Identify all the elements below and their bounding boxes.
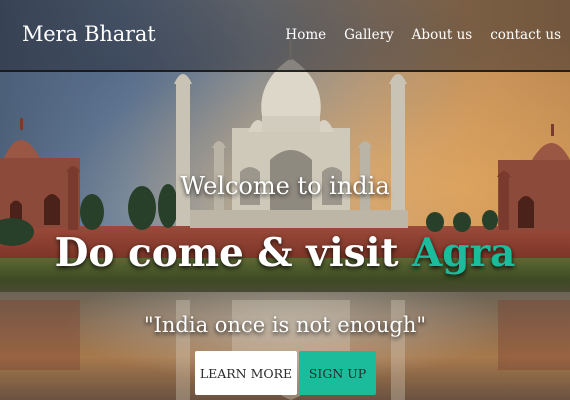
welcome-heading: Welcome to india xyxy=(180,172,390,200)
hero-section: Welcome to india Do come & visit Agra "I… xyxy=(0,0,570,400)
main-headline: Do come & visit Agra xyxy=(0,230,570,276)
headline-accent-text: Agra xyxy=(412,230,516,276)
headline-text: Do come & visit xyxy=(54,230,413,276)
tagline: "India once is not enough" xyxy=(143,313,427,337)
sign-up-button[interactable]: SIGN UP xyxy=(299,351,376,395)
learn-more-button[interactable]: LEARN MORE xyxy=(195,351,297,395)
